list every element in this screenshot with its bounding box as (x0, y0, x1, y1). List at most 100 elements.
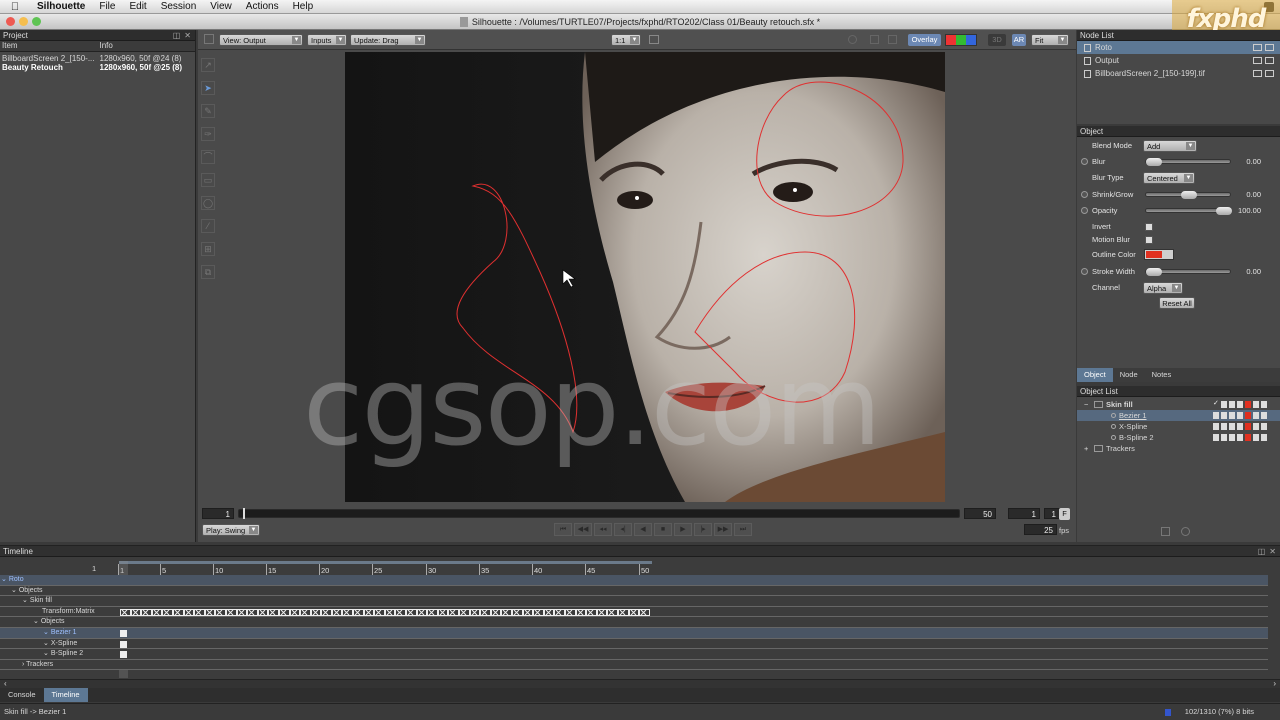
motion-blur-icon[interactable] (1253, 434, 1259, 441)
blend-icon[interactable] (1229, 412, 1235, 419)
blend-mode-dropdown[interactable]: Add ▼ (1143, 140, 1197, 152)
aspect-ratio-button[interactable]: AR (1012, 34, 1026, 46)
pen-tool-icon[interactable]: ✎ (201, 104, 215, 118)
keyframe-icon[interactable] (617, 608, 629, 616)
track-row[interactable]: ⌄ X-Spline (0, 638, 1268, 650)
view-node-icon[interactable] (1253, 57, 1262, 64)
keyframe-icon[interactable] (564, 608, 576, 616)
lock-icon[interactable] (888, 35, 897, 44)
keyframe-icon[interactable] (490, 608, 502, 616)
grid-icon[interactable] (870, 35, 879, 44)
reset-all-button[interactable]: Reset All (1159, 297, 1195, 309)
tab-notes[interactable]: Notes (1145, 368, 1179, 382)
scroll-right-icon[interactable]: › (1273, 679, 1276, 688)
outline-icon[interactable] (1261, 412, 1267, 419)
point-tool-icon[interactable]: ✑ (201, 127, 215, 141)
keyframe-icon[interactable] (469, 608, 481, 616)
object-list-item[interactable]: − Skin fill ✓ (1077, 399, 1280, 410)
keyframe-icon[interactable] (331, 608, 343, 616)
keyframe-icon[interactable] (459, 608, 470, 616)
keyframe-icon[interactable] (278, 608, 290, 616)
keyframe-icon[interactable] (480, 608, 491, 616)
view-node-icon[interactable] (1253, 44, 1262, 51)
layer-tool-icon[interactable]: ⧉ (201, 265, 215, 279)
menu-actions[interactable]: Actions (239, 1, 286, 12)
outline-icon[interactable] (1261, 434, 1267, 441)
keyframe-icon[interactable] (342, 608, 354, 616)
lock-icon[interactable] (1221, 423, 1227, 430)
keyframe-icon[interactable] (543, 608, 555, 616)
opacity-slider[interactable] (1145, 207, 1232, 215)
stroke-width-slider[interactable] (1145, 268, 1231, 276)
keyframe-icon[interactable] (575, 608, 587, 616)
next-key-icon[interactable]: ▶▶ (714, 523, 732, 536)
zoom-window-icon[interactable] (32, 17, 41, 26)
zoom-tool-icon[interactable] (848, 35, 857, 44)
keyframe-icon[interactable] (501, 608, 512, 616)
close-window-icon[interactable] (6, 17, 15, 26)
step-back-icon[interactable]: ◂| (614, 523, 632, 536)
outline-icon[interactable] (1261, 423, 1267, 430)
keyframe-icon[interactable] (416, 608, 428, 616)
blend-icon[interactable] (1229, 401, 1235, 408)
keyframe-icon[interactable] (247, 608, 258, 616)
current-frame-field[interactable]: 1 (1008, 508, 1040, 519)
trash-icon[interactable] (1161, 527, 1170, 536)
menu-file[interactable]: File (92, 1, 122, 12)
invert-icon[interactable] (1237, 423, 1243, 430)
timeline-scrollbar[interactable]: ‹ › (0, 679, 1280, 688)
tab-object[interactable]: Object (1077, 368, 1113, 382)
shrink-grow-slider[interactable] (1145, 191, 1231, 199)
track-row[interactable]: ⌄ Roto (0, 575, 1268, 586)
color-chip-icon[interactable] (1245, 423, 1251, 430)
keyframe-icon[interactable] (225, 608, 237, 616)
float-icon[interactable]: ◫ (173, 31, 181, 40)
color-chip-icon[interactable] (1245, 401, 1251, 408)
rectangle-tool-icon[interactable]: ▭ (201, 173, 215, 187)
channel-dropdown[interactable]: Alpha ▼ (1143, 282, 1183, 294)
invert-icon[interactable] (1237, 412, 1243, 419)
play-mode-dropdown[interactable]: Play: Swing ▼ (202, 524, 260, 536)
keyframe-icon[interactable] (289, 608, 301, 616)
keyframe-icon[interactable] (586, 608, 597, 616)
frame-slider[interactable] (238, 508, 960, 519)
node-flag-icon[interactable] (1265, 70, 1274, 77)
invert-checkbox[interactable] (1145, 223, 1153, 231)
keyframe-icon[interactable] (395, 608, 407, 616)
track-row[interactable]: ⌄ Objects (0, 585, 1268, 597)
timeline-ruler[interactable]: 1 5 10 15 20 25 30 35 40 45 50 (117, 561, 1269, 575)
motion-blur-icon[interactable] (1253, 401, 1259, 408)
curve-tool-icon[interactable]: ⌒ (201, 150, 215, 164)
keyframe-icon[interactable] (384, 608, 396, 616)
blur-slider[interactable] (1145, 158, 1231, 166)
lock-icon[interactable] (1221, 434, 1227, 441)
close-icon[interactable]: ✕ (1269, 547, 1276, 556)
ellipse-tool-icon[interactable]: ◯ (201, 196, 215, 210)
rewind-icon[interactable]: ◂◂ (594, 523, 612, 536)
scroll-left-icon[interactable]: ‹ (4, 679, 7, 688)
brush-tool-icon[interactable]: ⁄ (201, 219, 215, 233)
motion-blur-icon[interactable] (1253, 423, 1259, 430)
step-forward-icon[interactable]: |▸ (694, 523, 712, 536)
keyframe-icon[interactable] (607, 608, 618, 616)
keyframe-icon[interactable] (596, 608, 608, 616)
menu-help[interactable]: Help (286, 1, 321, 12)
visibility-icon[interactable] (1213, 412, 1219, 419)
object-list-item[interactable]: B-Spline 2 (1077, 432, 1280, 443)
delete-icon[interactable] (1181, 527, 1190, 536)
track-row[interactable]: Transform:Matrix (0, 606, 1268, 618)
blur-keyframe-radio[interactable] (1081, 158, 1088, 165)
node-row[interactable]: BillboardScreen 2_[150-199].tif (1077, 67, 1280, 80)
node-row[interactable]: Roto (1077, 41, 1280, 54)
fps-field[interactable]: 25 (1024, 524, 1057, 535)
keyframe-icon[interactable] (162, 608, 173, 616)
float-icon[interactable]: ◫ (1258, 547, 1266, 556)
go-to-end-icon[interactable]: ⏭ (734, 523, 752, 536)
keyframe-icon[interactable] (257, 608, 269, 616)
invert-icon[interactable] (1237, 401, 1243, 408)
lock-icon[interactable] (1221, 401, 1227, 408)
previous-key-icon[interactable]: ◀◀ (574, 523, 592, 536)
stroke-width-value[interactable]: 0.00 (1246, 267, 1261, 276)
stroke-width-knob[interactable] (1146, 268, 1162, 276)
keyframe-icon[interactable] (215, 608, 226, 616)
